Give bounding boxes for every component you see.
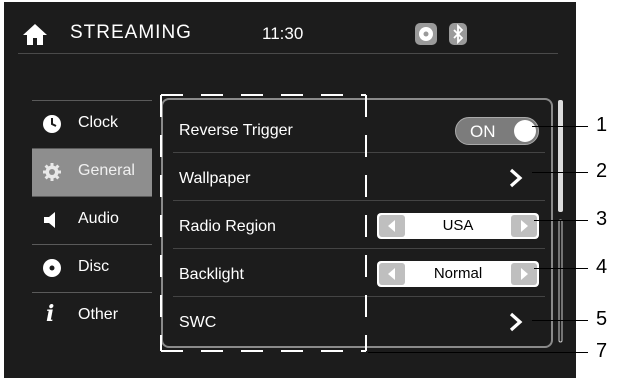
callout-line [532,172,588,173]
callout-number: 2 [596,160,608,182]
callout-line [532,126,588,127]
callout-number: 1 [596,114,608,136]
callout-number: 7 [596,340,608,362]
callout-line [534,268,588,269]
scrollbar[interactable] [557,100,565,345]
callout-line [532,320,588,321]
callout-line [368,352,588,353]
callout-number: 4 [596,256,608,278]
head-unit-screen: STREAMING 11:30 Clock General Audio Disc… [4,2,576,378]
callout-number: 3 [596,208,608,230]
label-region-highlight [160,94,367,352]
callout-number: 5 [596,308,608,330]
callout-line [534,220,588,221]
